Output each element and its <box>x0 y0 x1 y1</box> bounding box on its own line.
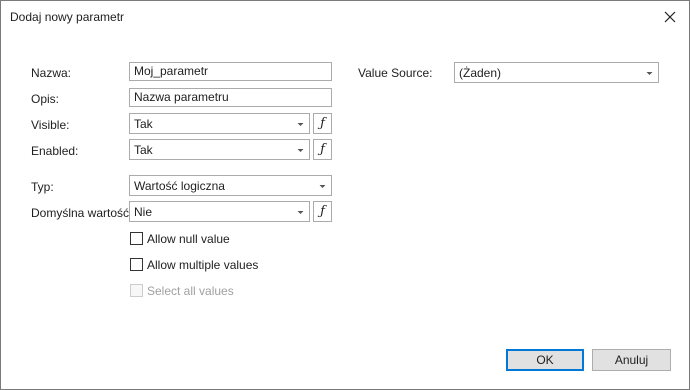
visible-select-value: Tak <box>134 117 153 131</box>
function-icon: ƒ <box>320 116 325 131</box>
select-all-checkbox <box>130 284 143 297</box>
allow-multiple-label[interactable]: Allow multiple values <box>147 258 258 272</box>
chevron-down-icon <box>297 123 304 126</box>
type-select-value: Wartość logiczna <box>134 179 225 193</box>
chevron-down-icon <box>319 185 326 188</box>
allow-multiple-checkbox[interactable] <box>130 258 143 271</box>
close-button[interactable] <box>657 4 683 30</box>
chevron-down-icon <box>646 72 653 75</box>
ok-button[interactable]: OK <box>506 349 584 371</box>
visible-expression-button[interactable]: ƒ <box>313 113 332 134</box>
enabled-expression-button[interactable]: ƒ <box>313 139 332 160</box>
value-source-label: Value Source: <box>358 66 433 80</box>
cancel-button[interactable]: Anuluj <box>592 349 671 371</box>
chevron-down-icon <box>297 149 304 152</box>
type-label: Typ: <box>31 180 54 194</box>
visible-select[interactable]: Tak <box>129 113 310 134</box>
value-source-select[interactable]: (Żaden) <box>454 62 659 83</box>
visible-label: Visible: <box>31 118 70 132</box>
dialog-title: Dodaj nowy parametr <box>10 10 125 24</box>
function-icon: ƒ <box>320 142 325 157</box>
default-value-select-value: Nie <box>134 205 153 219</box>
value-source-select-value: (Żaden) <box>459 66 502 80</box>
default-value-expression-button[interactable]: ƒ <box>313 201 332 222</box>
default-value-select[interactable]: Nie <box>129 201 310 222</box>
select-all-label: Select all values <box>147 284 234 298</box>
allow-null-checkbox[interactable] <box>130 232 143 245</box>
default-value-label: Domyślna wartość: <box>31 206 133 220</box>
function-icon: ƒ <box>320 204 325 219</box>
title-bar: Dodaj nowy parametr <box>1 1 689 33</box>
chevron-down-icon <box>297 211 304 214</box>
allow-null-label[interactable]: Allow null value <box>147 232 230 246</box>
enabled-select[interactable]: Tak <box>129 139 310 160</box>
name-label: Nazwa: <box>31 66 72 80</box>
close-icon <box>664 11 676 23</box>
description-input[interactable]: Nazwa parametru <box>129 88 332 107</box>
dialog-window: Dodaj nowy parametr Nazwa: Moj_parametr … <box>0 0 690 390</box>
enabled-select-value: Tak <box>134 143 153 157</box>
type-select[interactable]: Wartość logiczna <box>129 175 332 196</box>
description-label: Opis: <box>31 92 60 106</box>
enabled-label: Enabled: <box>31 144 79 158</box>
name-input[interactable]: Moj_parametr <box>129 62 332 81</box>
